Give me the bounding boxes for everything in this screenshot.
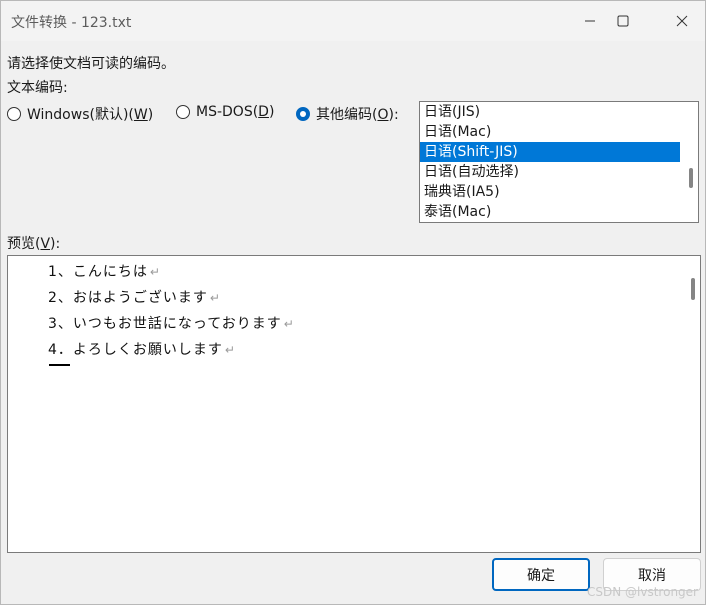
preview-scrollbar[interactable] xyxy=(683,256,700,552)
scrollbar-thumb[interactable] xyxy=(691,278,695,300)
title-bar: 文件转换 - 123.txt xyxy=(1,1,705,41)
radio-msdos-label: MS-DOS(D) xyxy=(196,104,275,120)
maximize-icon xyxy=(617,15,629,27)
radio-other-encoding[interactable]: 其他编码(O): xyxy=(296,104,399,124)
preview-line: 2、おはようございます ↵ xyxy=(48,290,221,306)
ok-button[interactable]: 确定 xyxy=(492,558,590,591)
close-icon xyxy=(676,15,688,27)
text-cursor xyxy=(49,364,70,366)
preview-line: 3、いつもお世話になっております ↵ xyxy=(48,316,295,332)
preview-label: 预览(V): xyxy=(7,236,61,252)
radio-ms-dos[interactable]: MS-DOS(D) xyxy=(176,104,274,120)
paragraph-mark-icon: ↵ xyxy=(224,343,236,357)
watermark-text: CSDN @lvstronger xyxy=(587,585,698,599)
encoding-option[interactable]: 日语(自动选择) xyxy=(420,162,680,182)
encoding-option[interactable]: 日语(Shift-JIS) xyxy=(420,142,680,162)
file-conversion-dialog: 文件转换 - 123.txt 请选择使文档可读的编码。 文本编码: Window… xyxy=(0,0,706,605)
radio-circle xyxy=(7,107,21,121)
encoding-option[interactable]: 日语(JIS) xyxy=(420,102,680,122)
encoding-listbox[interactable]: 日语(JIS) 日语(Mac) 日语(Shift-JIS) 日语(自动选择) 瑞典语(I… xyxy=(419,101,699,223)
radio-circle xyxy=(176,105,190,119)
preview-line: 1、こんにちは ↵ xyxy=(48,264,161,280)
close-button[interactable] xyxy=(659,1,705,41)
paragraph-mark-icon: ↵ xyxy=(149,265,161,279)
encoding-label: 文本编码: xyxy=(7,80,68,96)
listbox-scrollbar[interactable] xyxy=(681,102,698,222)
instruction-text: 请选择使文档可读的编码。 xyxy=(7,56,175,72)
radio-other-label: 其他编码(O): xyxy=(316,107,399,123)
radio-windows-default[interactable]: Windows(默认)(W) xyxy=(7,104,153,124)
radio-circle-checked xyxy=(296,107,310,121)
preview-line: 4．よろしくお願いします ↵ xyxy=(48,342,236,358)
paragraph-mark-icon: ↵ xyxy=(283,317,295,331)
radio-windows-label: Windows(默认)(W) xyxy=(27,107,154,123)
preview-pane[interactable]: 1、こんにちは ↵ 2、おはようございます ↵ 3、いつもお世話になっております ↵ 4．よ… xyxy=(7,255,701,553)
window-title: 文件转换 - 123.txt xyxy=(11,15,132,31)
encoding-list: 日语(JIS) 日语(Mac) 日语(Shift-JIS) 日语(自动选择) 瑞典语(I… xyxy=(420,102,698,222)
encoding-option[interactable]: 瑞典语(IA5) xyxy=(420,182,680,202)
paragraph-mark-icon: ↵ xyxy=(209,291,221,305)
scrollbar-thumb[interactable] xyxy=(689,168,693,188)
maximize-button[interactable] xyxy=(600,1,646,41)
encoding-option[interactable]: 泰语(Mac) xyxy=(420,202,680,222)
minimize-icon xyxy=(585,20,595,22)
encoding-option[interactable]: 日语(Mac) xyxy=(420,122,680,142)
